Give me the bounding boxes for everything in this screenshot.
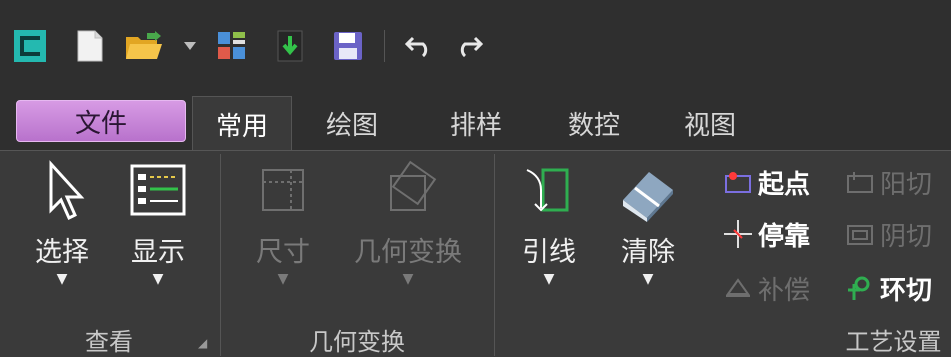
redo-icon[interactable] <box>448 24 488 68</box>
lead-line-button[interactable]: 引线 ▼ <box>514 160 584 287</box>
dropdown-arrow-icon: ▼ <box>543 271 555 287</box>
dropdown-arrow-icon: ▼ <box>642 271 654 287</box>
cursor-arrow-icon <box>49 160 85 221</box>
transform-label: 几何变换 <box>354 237 462 268</box>
group-divider <box>494 154 495 356</box>
tab-common[interactable]: 常用 <box>192 96 292 151</box>
ring-cut-label: 环切 <box>880 275 933 306</box>
size-dimension-icon <box>262 169 304 211</box>
yang-cut-label: 阳切 <box>880 169 933 200</box>
eraser-icon <box>623 172 673 222</box>
yin-cut-icon <box>846 220 874 248</box>
new-file-icon[interactable] <box>72 24 108 68</box>
group-label-geometry: 几何变换 <box>309 328 405 356</box>
display-list-icon <box>130 164 186 216</box>
group-divider <box>220 154 221 356</box>
tab-cnc[interactable]: 数控 <box>554 96 634 150</box>
transform-icon <box>390 160 437 211</box>
select-label: 选择 <box>35 237 89 268</box>
stop-label: 停靠 <box>758 221 811 252</box>
group-label-view: 查看 <box>85 328 133 356</box>
clear-label: 清除 <box>621 237 675 268</box>
export-download-icon[interactable] <box>272 24 308 68</box>
dropdown-arrow-icon: ▼ <box>402 271 414 287</box>
yin-cut-label: 阴切 <box>880 221 933 252</box>
stop-crosshair-icon <box>724 220 752 248</box>
dropdown-arrow-icon[interactable] <box>180 24 200 68</box>
dropdown-arrow-icon: ▼ <box>277 271 289 287</box>
layout-grid-icon[interactable] <box>214 24 250 68</box>
group-expand-icon[interactable]: ◢ <box>198 336 207 350</box>
dropdown-arrow-icon: ▼ <box>152 271 164 287</box>
size-label: 尺寸 <box>256 237 310 268</box>
group-label-process: 工艺设置 <box>845 328 942 356</box>
dropdown-arrow-icon: ▼ <box>56 271 68 287</box>
tab-nest[interactable]: 排样 <box>436 96 516 150</box>
select-button[interactable]: 选择 ▼ <box>26 160 98 287</box>
lead-line-icon <box>526 168 569 212</box>
compensate-button[interactable]: 补偿 <box>724 268 810 308</box>
yang-cut-button[interactable]: 阳切 <box>846 162 932 202</box>
display-button[interactable]: 显示 ▼ <box>118 160 198 287</box>
yin-cut-button[interactable]: 阴切 <box>846 214 932 254</box>
ring-cut-button[interactable]: 环切 <box>846 268 932 308</box>
compensate-label: 补偿 <box>758 275 811 306</box>
start-point-icon <box>724 168 752 196</box>
app-logo-icon[interactable] <box>10 24 50 68</box>
display-label: 显示 <box>131 237 185 268</box>
tab-draw[interactable]: 绘图 <box>312 96 392 150</box>
quick-access-toolbar <box>0 0 951 89</box>
tab-view[interactable]: 视图 <box>670 96 750 150</box>
ring-cut-icon <box>846 274 874 302</box>
clear-button[interactable]: 清除 ▼ <box>608 160 688 287</box>
start-point-label: 起点 <box>758 169 811 200</box>
open-folder-icon[interactable] <box>124 24 164 68</box>
compensate-icon <box>724 274 752 302</box>
lead-label: 引线 <box>522 237 576 268</box>
save-disk-icon[interactable] <box>330 24 366 68</box>
geometry-transform-button[interactable]: 几何变换 ▼ <box>344 160 472 287</box>
tab-file[interactable]: 文件 <box>16 100 186 142</box>
start-point-button[interactable]: 起点 <box>724 162 810 202</box>
stop-button[interactable]: 停靠 <box>724 214 810 254</box>
yang-cut-icon <box>846 168 874 196</box>
toolbar-divider <box>384 30 385 62</box>
size-button[interactable]: 尺寸 ▼ <box>238 160 328 287</box>
undo-icon[interactable] <box>400 24 440 68</box>
